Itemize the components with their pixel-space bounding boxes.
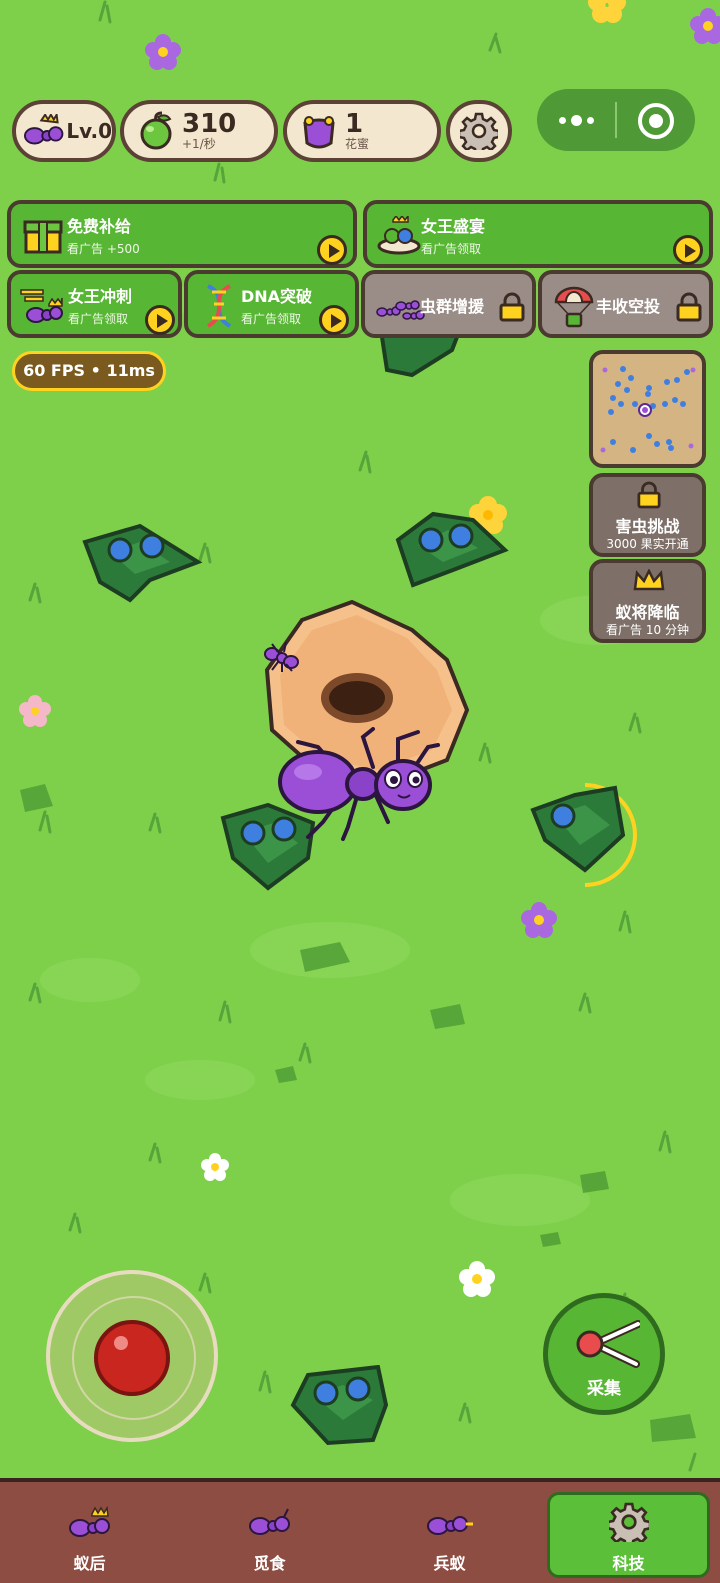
ant-queen-icon [24,114,64,145]
minimap-dots [600,366,696,453]
harvest-airdrop-button[interactable]: 丰收空投 [538,270,713,338]
more-icon[interactable] [555,89,607,151]
dna-break-title: DNA突破 [241,287,313,306]
play-icon [317,235,347,265]
nav-queen-label: 蚁后 [73,1554,106,1573]
berry-bush[interactable] [288,1365,393,1447]
frame-ms: 11ms [106,361,155,380]
soldier-ant-icon [427,1516,473,1535]
feast-icon [377,216,421,255]
free-supply-sub: 看广告 +500 [67,242,140,256]
record-icon[interactable] [638,103,674,139]
joystick[interactable] [46,1270,218,1442]
nectar-pill[interactable]: 1 花蜜 [283,100,441,162]
general-arrive-title: 蚁将降临 [615,603,680,622]
queen-feast-button[interactable]: 女王盛宴 看广告领取 [363,200,713,268]
pest-challenge-title: 害虫挑战 [615,517,680,536]
bottom-nav: 蚁后 觅食 兵蚁 科技 [0,1478,720,1583]
gear-icon [609,1502,649,1542]
queen-feast-title: 女王盛宴 [421,217,486,236]
berry-bush[interactable] [80,522,205,607]
nectar-count: 1 [345,109,364,139]
apple-icon [140,111,172,150]
speed-ant-icon [20,289,63,323]
joystick-knob[interactable] [94,1320,170,1396]
free-supply-button[interactable]: 免费补给 看广告 +500 [7,200,357,268]
nav-soldier[interactable]: 兵蚁 [362,1482,537,1582]
berry-bush[interactable] [393,510,511,595]
collect-button[interactable]: 采集 [543,1293,665,1415]
worker-ant[interactable] [262,640,302,672]
swarm-reinforce-button[interactable]: 虫群增援 [361,270,536,338]
nav-queen[interactable]: 蚁后 [2,1482,177,1582]
level-pill[interactable]: Lv.0 [12,100,116,162]
dna-break-sub: 看广告领取 [241,312,302,326]
pest-challenge-sub: 3000 果实开通 [606,537,689,551]
nectar-label: 花蜜 [345,137,370,151]
lock-icon [637,481,661,509]
harvest-airdrop-title: 丰收空投 [596,297,661,316]
swarm-icon [376,300,425,320]
play-icon [319,305,349,335]
free-supply-title: 免费补给 [67,217,132,236]
nav-tech[interactable]: 科技 [541,1482,716,1582]
queen-rush-title: 女王冲刺 [68,287,133,306]
fps-value: 60 FPS [23,361,86,380]
nav-forage-label: 觅食 [253,1554,286,1573]
nav-forage[interactable]: 觅食 [182,1482,357,1582]
minimap[interactable] [589,350,706,468]
pest-challenge-panel[interactable]: 害虫挑战 3000 果实开通 [589,473,706,557]
mini-program-capsule [537,89,695,151]
dna-break-button[interactable]: DNA突破 看广告领取 [184,270,359,338]
play-icon [145,305,175,335]
parachute-icon [554,286,594,328]
lock-icon [499,292,525,322]
fruit-pill[interactable]: 310 +1/秒 [120,100,278,162]
nav-tech-label: 科技 [612,1554,645,1573]
nectar-pot-icon [303,116,335,149]
queen-rush-sub: 看广告领取 [68,312,129,326]
fps-badge: 60 FPS • 11ms [12,351,166,391]
play-icon [673,235,703,265]
player-queen-ant[interactable] [278,727,443,842]
ant-queen-icon [69,1505,110,1537]
general-arrive-sub: 看广告 10 分钟 [606,623,689,637]
fruit-rate: +1/秒 [182,137,216,151]
queen-feast-sub: 看广告领取 [421,242,482,256]
scissors-icon [576,1320,640,1368]
settings-button[interactable] [446,100,512,162]
lock-icon [676,292,702,322]
berry-bush-selected[interactable] [525,780,637,890]
ant-icon [249,1508,290,1535]
crown-icon [633,569,665,591]
swarm-reinforce-title: 虫群增援 [420,297,485,316]
fps-separator: • [90,361,101,380]
collect-label: 采集 [587,1379,621,1399]
queen-rush-button[interactable]: 女王冲刺 看广告领取 [7,270,182,338]
level-text: Lv.0 [66,119,112,143]
gift-icon [23,220,63,254]
nav-soldier-label: 兵蚁 [433,1554,466,1573]
general-arrive-panel[interactable]: 蚁将降临 看广告 10 分钟 [589,559,706,643]
fruit-count: 310 [182,109,237,139]
dna-icon [206,284,232,328]
gear-icon [460,112,498,150]
